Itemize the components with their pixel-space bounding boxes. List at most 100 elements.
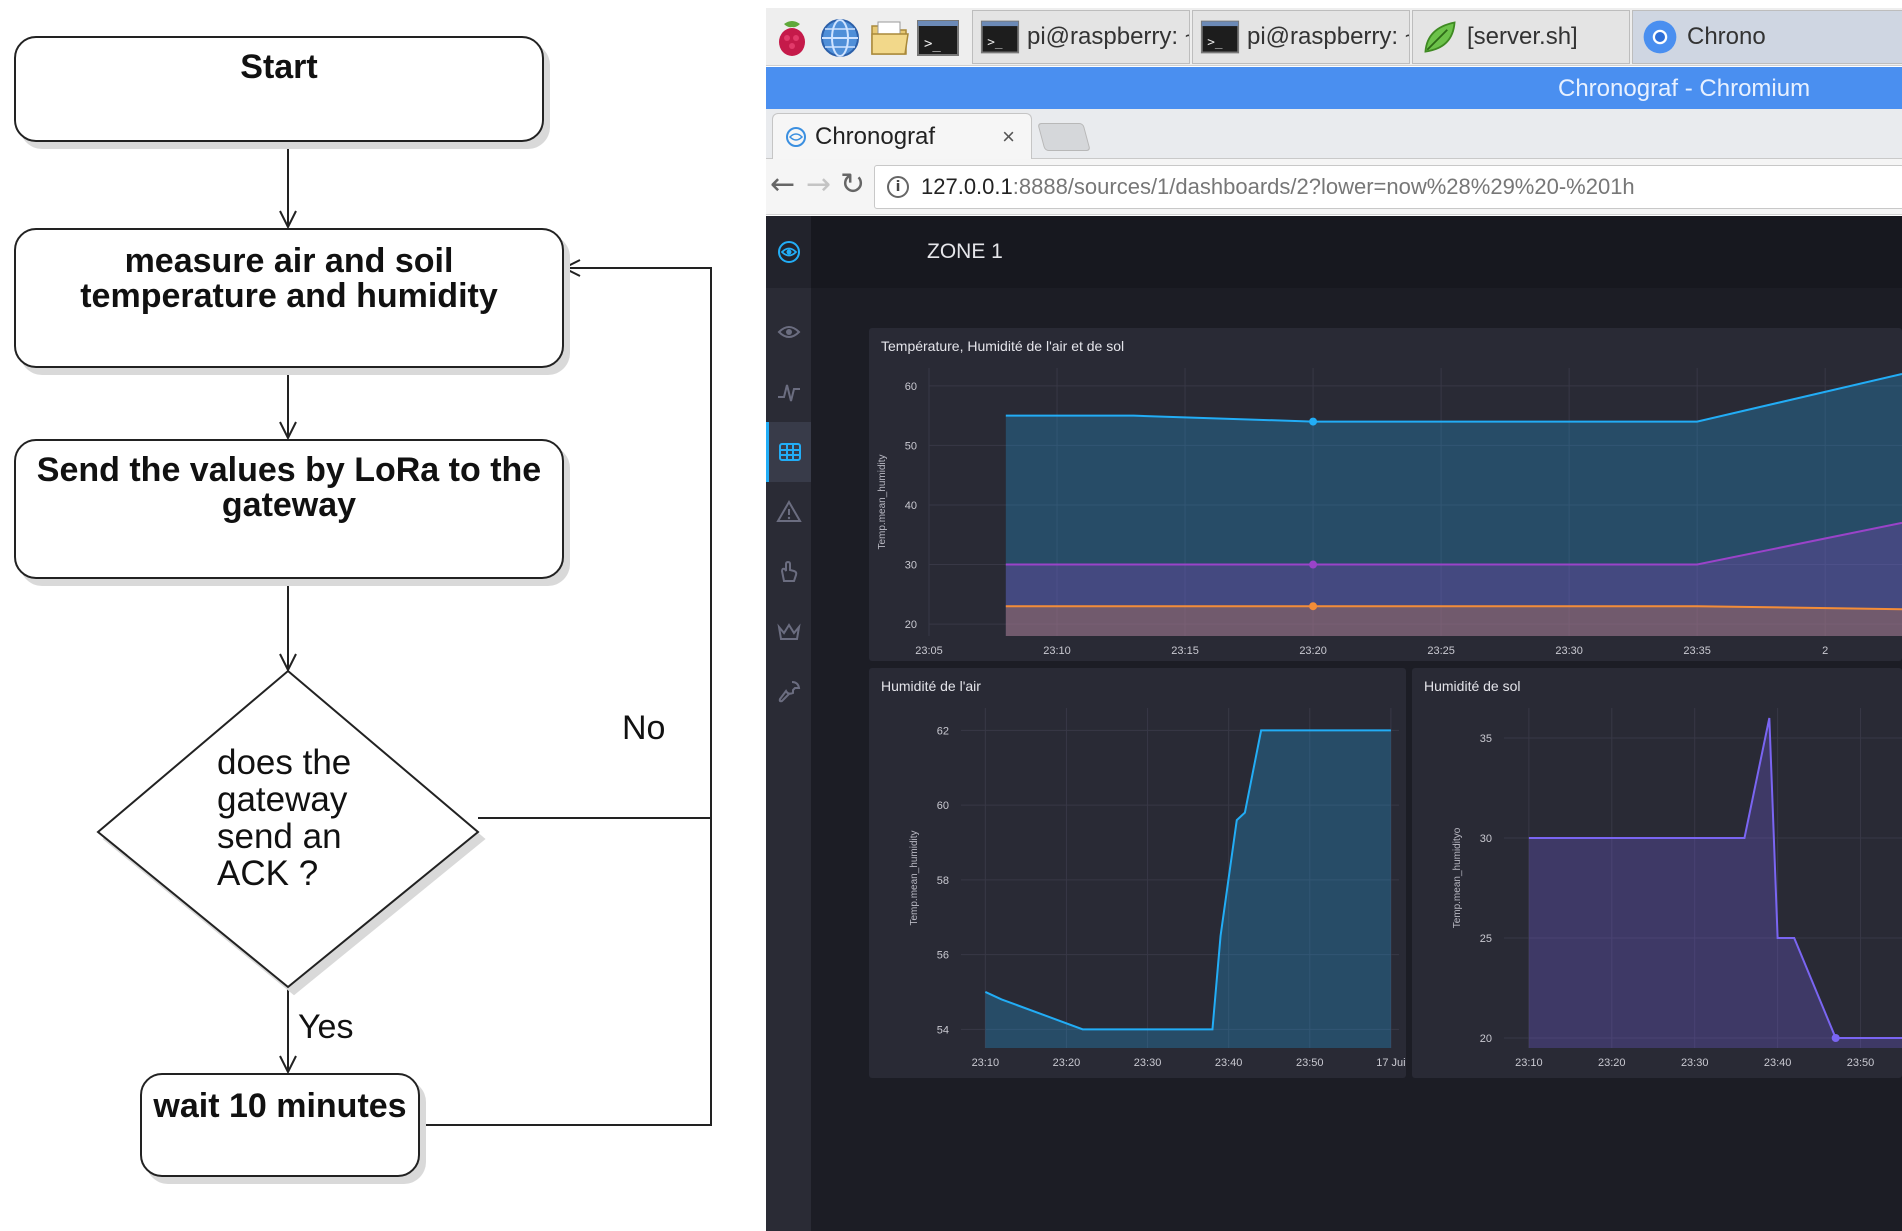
- chart-air-humidity: 54 56 58 60 62 23:10 23:20 23:30 23:40 23:50 17 Ju…: [909, 708, 1406, 1069]
- chronograf-logo-icon[interactable]: [766, 222, 811, 282]
- x-tick-label: 23:35: [1683, 645, 1711, 657]
- y-tick-label: 20: [1480, 1033, 1492, 1045]
- address-host: 127.0.0.1: [921, 174, 1013, 199]
- decision-line2: gateway: [217, 780, 348, 819]
- y-tick-label: 40: [905, 500, 917, 512]
- svg-text:>_: >_: [924, 36, 941, 52]
- flowchart: Start measure air and soil temperature a…: [0, 0, 760, 1231]
- y-axis-label: Temp.mean_humidityo: [1452, 827, 1463, 928]
- panel-air-humidity[interactable]: 54 56 58 60 62 23:10 23:20 23:30 23:40 23:50 17 Ju…: [869, 668, 1406, 1078]
- x-tick-label: 23:20: [1053, 1057, 1081, 1069]
- no-label: No: [622, 709, 666, 747]
- forward-arrow-icon[interactable]: →: [806, 167, 831, 202]
- chronograf-app: ZONE 1 20 30 40 50 60 23:05 23:10 23:15 23:20 23:…: [766, 216, 1902, 1231]
- info-icon[interactable]: i: [887, 176, 909, 198]
- x-tick-label: 23:20: [1299, 645, 1327, 657]
- y-tick-label: 35: [1480, 733, 1492, 745]
- dashboard-grid: 20 30 40 50 60 23:05 23:10 23:15 23:20 23:25 23:30…: [811, 288, 1902, 1231]
- terminal-icon: >_: [980, 20, 1020, 54]
- chronograf-favicon-icon: [786, 127, 806, 147]
- alert-icon[interactable]: [766, 482, 811, 542]
- x-tick-label: 23:10: [972, 1057, 1000, 1069]
- wait-box: wait 10 minutes: [140, 1073, 420, 1177]
- x-tick-label: 23:30: [1555, 645, 1583, 657]
- taskbar-button-label: pi@raspberry: ~: [1027, 23, 1190, 50]
- taskbar-button-server-sh[interactable]: [server.sh]: [1412, 10, 1630, 64]
- hand-icon[interactable]: [766, 542, 811, 602]
- window-titlebar[interactable]: Chronograf - Chromium: [766, 67, 1902, 109]
- series-0-marker: [1831, 1034, 1840, 1042]
- x-tick-label: 23:30: [1681, 1057, 1709, 1069]
- x-tick-label: 2: [1822, 645, 1828, 657]
- start-box: Start: [14, 36, 544, 142]
- tab-strip: Chronograf ×: [766, 109, 1902, 160]
- start-label: Start: [240, 48, 318, 86]
- x-tick-label: 23:15: [1171, 645, 1199, 657]
- y-axis-label: Temp.mean_humidity: [909, 830, 920, 925]
- y-tick-label: 30: [1480, 833, 1492, 845]
- address-bar[interactable]: i 127.0.0.1:8888/sources/1/dashboards/2?…: [874, 165, 1902, 209]
- series-0-marker: [1309, 417, 1318, 426]
- send-label-line2: gateway: [221, 486, 357, 524]
- crown-icon[interactable]: [766, 602, 811, 662]
- wrench-icon[interactable]: [766, 662, 811, 722]
- y-tick-label: 60: [905, 381, 917, 393]
- terminal-launcher-icon[interactable]: >_: [916, 16, 960, 60]
- decision-label: does the gateway send an ACK ?: [217, 744, 351, 892]
- y-tick-label: 20: [905, 619, 917, 631]
- chronograf-sidebar: [766, 216, 811, 1231]
- y-tick-label: 25: [1480, 933, 1492, 945]
- raspberry-pi-screenshot: >_ >_ pi@raspberry: ~ >_ pi@raspberry: ~: [766, 8, 1902, 1231]
- taskbar-button-terminal-1[interactable]: >_ pi@raspberry: ~: [972, 10, 1190, 64]
- x-tick-label: 23:10: [1515, 1057, 1543, 1069]
- svg-text:>_: >_: [987, 34, 1003, 49]
- tab-close-icon[interactable]: ×: [1002, 124, 1015, 150]
- dashboard-icon[interactable]: [766, 422, 811, 482]
- wait-label: wait 10 minutes: [153, 1087, 407, 1125]
- eye-icon[interactable]: [766, 302, 811, 362]
- measure-label-line2: temperature and humidity: [80, 277, 498, 315]
- chart-soil-humidity: 20 25 30 35 23:10 23:20 23:30 23:40 23:50 Temp.me…: [1452, 708, 1902, 1069]
- arrow-wait-loop: [419, 818, 712, 1126]
- measure-box: measure air and soil temperature and hum…: [14, 228, 564, 368]
- address-path: :8888/sources/1/dashboards/2?lower=now%2…: [1012, 174, 1635, 199]
- decision-line3: send an: [217, 817, 342, 856]
- x-tick-label: 17 Jui: [1376, 1057, 1405, 1069]
- series-2-area: [1005, 606, 1902, 636]
- reload-icon[interactable]: ↻: [840, 167, 865, 202]
- panel-title: Humidité de l'air: [881, 678, 981, 694]
- web-browser-icon[interactable]: [818, 16, 862, 60]
- dashboard-header: ZONE 1: [811, 216, 1902, 288]
- series-0-area: [1528, 718, 1902, 1048]
- y-tick-label: 50: [905, 440, 917, 452]
- series-1-marker: [1309, 560, 1318, 569]
- x-tick-label: 23:50: [1847, 1057, 1875, 1069]
- taskbar-button-terminal-2[interactable]: >_ pi@raspberry: ~: [1192, 10, 1410, 64]
- panel-title: Température, Humidité de l'air et de sol: [881, 338, 1125, 354]
- y-tick-label: 60: [937, 800, 949, 812]
- taskbar-button-chromium[interactable]: Chrono: [1632, 10, 1902, 64]
- decision-line4: ACK ?: [217, 854, 319, 893]
- y-tick-label: 62: [937, 725, 949, 737]
- panel-soil-humidity[interactable]: 20 25 30 35 23:10 23:20 23:30 23:40 23:50 Temp.me…: [1412, 668, 1902, 1078]
- x-tick-label: 23:10: [1043, 645, 1071, 657]
- file-manager-icon[interactable]: [868, 16, 912, 60]
- dashboard-name[interactable]: ZONE 1: [927, 240, 1003, 264]
- taskbar: >_ >_ pi@raspberry: ~ >_ pi@raspberry: ~: [766, 8, 1902, 66]
- x-tick-label: 23:40: [1764, 1057, 1792, 1069]
- pulse-icon[interactable]: [766, 362, 811, 422]
- x-tick-label: 23:20: [1598, 1057, 1626, 1069]
- taskbar-button-label: Chrono: [1687, 23, 1766, 50]
- flowchart-connectors: [96, 144, 712, 1126]
- decision-line1: does the: [217, 743, 352, 782]
- chromium-icon: [1643, 20, 1677, 54]
- y-axis-label: Temp.mean_humidity: [877, 454, 888, 549]
- raspberry-menu-icon[interactable]: [770, 16, 814, 60]
- yes-label: Yes: [298, 1008, 354, 1046]
- tab-chronograf[interactable]: Chronograf ×: [772, 113, 1032, 160]
- back-arrow-icon[interactable]: ←: [770, 167, 795, 202]
- taskbar-button-label: [server.sh]: [1467, 23, 1578, 50]
- new-tab-button[interactable]: [1037, 123, 1091, 151]
- panel-temperature-humidity[interactable]: 20 30 40 50 60 23:05 23:10 23:15 23:20 23:25 23:30…: [869, 328, 1902, 661]
- send-box: Send the values by LoRa to the gateway: [14, 439, 564, 579]
